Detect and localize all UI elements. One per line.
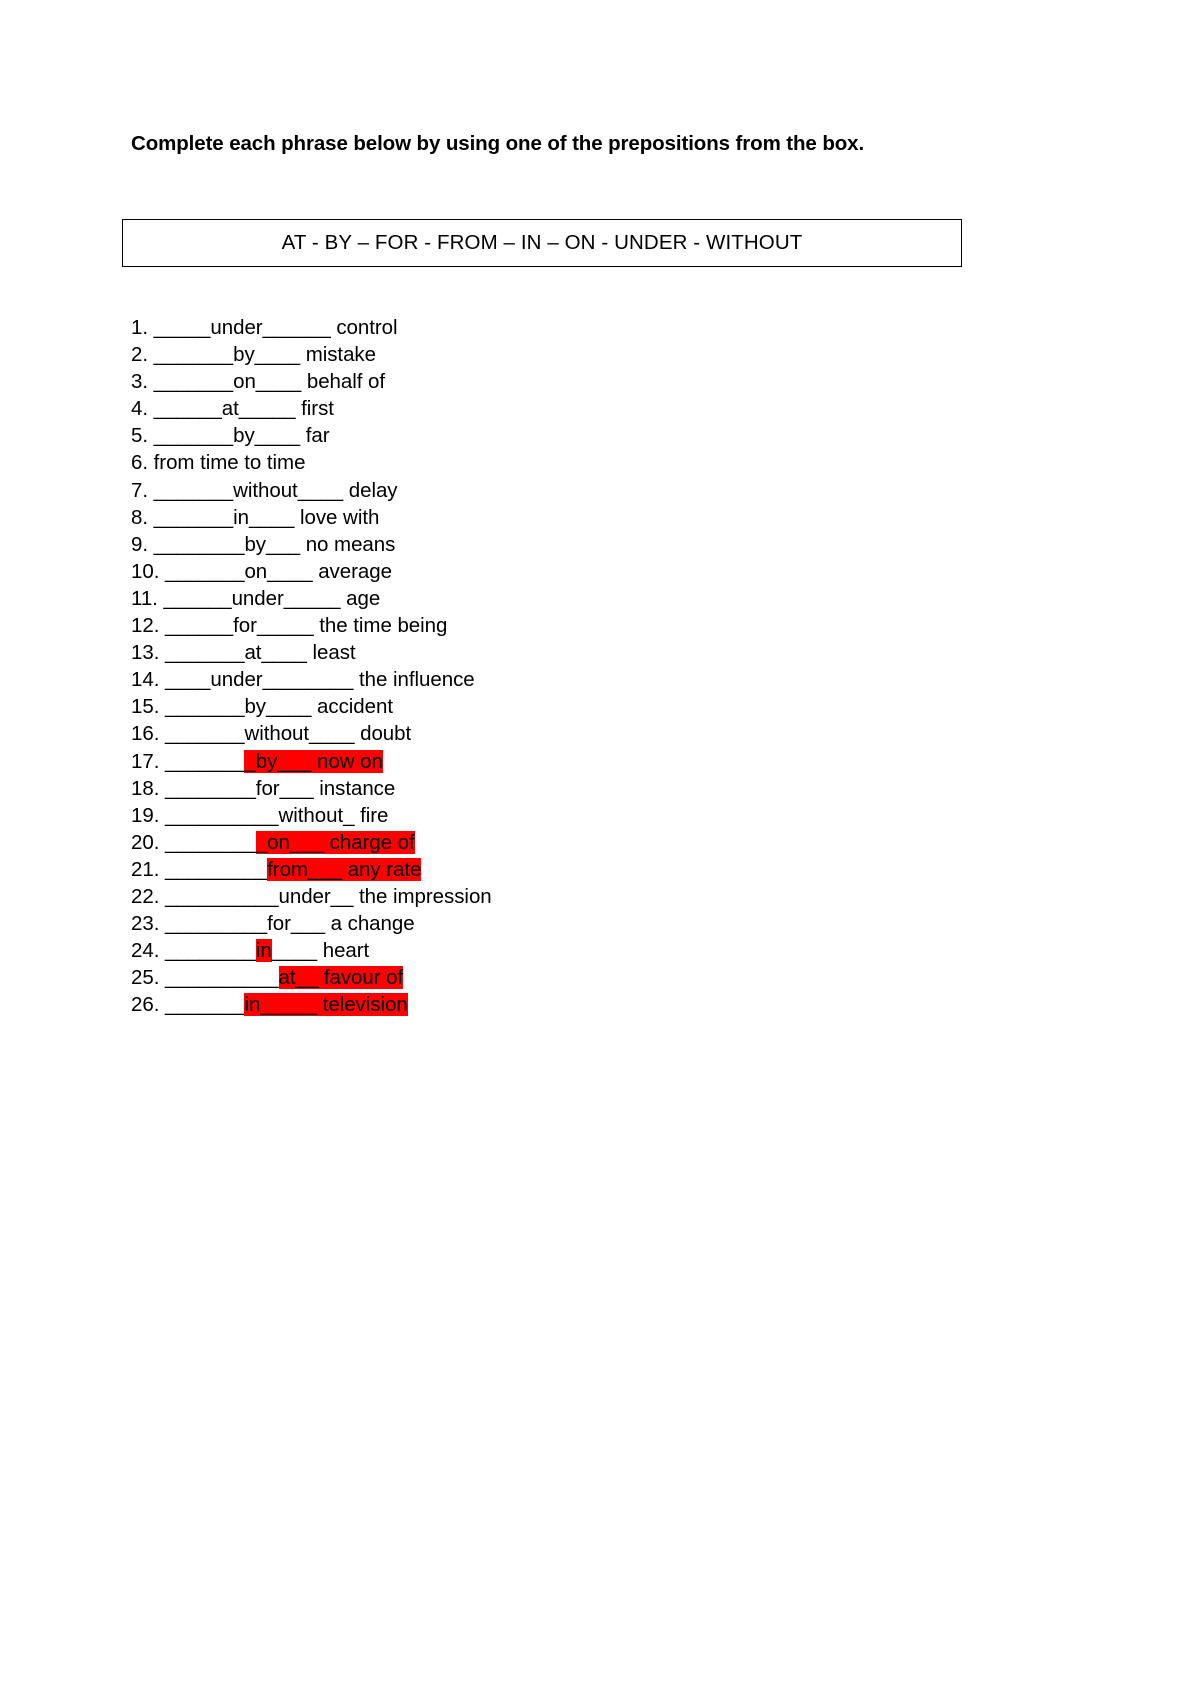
exercise-blank-prefix: 24. ________ [131,939,256,963]
page-title: Complete each phrase below by using one … [131,132,865,155]
prepositions-word-bank: AT - BY – FOR - FROM – IN – ON - UNDER -… [281,231,803,254]
exercise-item: 20. _________on___ charge of [131,829,1031,856]
worksheet-page: Complete each phrase below by using one … [0,0,1200,1698]
exercise-item: 5. _______by____ far [131,422,1031,449]
exercise-text: 19. __________without_ fire [131,803,389,827]
exercise-item: 21. _________from___ any rate [131,856,1031,883]
exercise-text: 9. ________by___ no means [131,532,396,556]
exercise-blank-prefix: 20. ________ [131,830,256,854]
exercise-text: 16. _______without____ doubt [131,722,412,746]
exercise-item: 26. _______in_____ television [131,991,1031,1018]
exercise-text: 7. _______without____ delay [131,478,398,502]
exercise-item: 10. _______on____ average [131,558,1031,585]
exercise-item: 8. _______in____ love with [131,504,1031,531]
exercise-item: 6. from time to time [131,449,1031,476]
exercise-text: 6. from time to time [131,451,306,475]
exercise-blank-suffix: ____ heart [271,939,370,963]
exercise-item: 23. _________for___ a change [131,910,1031,937]
exercise-item: 17. ________by___ now on [131,748,1031,775]
exercise-text: 18. ________for___ instance [131,776,396,800]
exercise-item: 13. _______at____ least [131,639,1031,666]
exercise-text: 14. ____under________ the influence [131,668,475,692]
exercise-item: 22. __________under__ the impression [131,883,1031,910]
exercise-text: 23. _________for___ a change [131,912,415,936]
exercise-highlighted-answer: in [255,939,272,963]
exercise-item: 3. _______on____ behalf of [131,368,1031,395]
exercise-text: 11. ______under_____ age [131,586,381,610]
exercise-highlighted-answer: _by___ now on [244,749,383,773]
exercise-item: 1. _____under______ control [131,314,1031,341]
exercise-text: 10. _______on____ average [131,559,392,583]
prepositions-box: AT - BY – FOR - FROM – IN – ON - UNDER -… [122,219,962,267]
exercise-item: 16. _______without____ doubt [131,720,1031,747]
exercise-text: 13. _______at____ least [131,641,356,665]
exercise-item: 12. ______for_____ the time being [131,612,1031,639]
exercise-item: 15. _______by____ accident [131,693,1031,720]
exercise-blank-prefix: 26. _______ [131,993,245,1017]
exercise-item: 7. _______without____ delay [131,477,1031,504]
exercise-list: 1. _____under______ control 2. _______by_… [131,314,1031,1018]
exercise-text: 3. _______on____ behalf of [131,370,386,394]
exercise-text: 5. _______by____ far [131,424,330,448]
exercise-item: 19. __________without_ fire [131,802,1031,829]
exercise-highlighted-answer: from___ any rate [267,857,422,881]
exercise-item: 4. ______at_____ first [131,395,1031,422]
exercise-item: 24. ________in____ heart [131,937,1031,964]
exercise-text: 4. ______at_____ first [131,397,334,421]
exercise-text: 22. __________under__ the impression [131,884,492,908]
exercise-highlighted-answer: at__ favour of [278,966,404,990]
exercise-item: 11. ______under_____ age [131,585,1031,612]
exercise-item: 25. __________at__ favour of [131,964,1031,991]
exercise-text: 8. _______in____ love with [131,505,380,529]
exercise-item: 2. _______by____ mistake [131,341,1031,368]
exercise-text: 1. _____under______ control [131,316,398,339]
exercise-highlighted-answer: in_____ television [244,993,408,1017]
exercise-text: 12. ______for_____ the time being [131,614,448,638]
exercise-blank-prefix: 25. __________ [131,966,279,990]
exercise-text: 2. _______by____ mistake [131,343,376,367]
exercise-highlighted-answer: _on___ charge of [255,830,415,854]
exercise-blank-prefix: 17. _______ [131,749,245,773]
exercise-text: 15. _______by____ accident [131,695,394,719]
exercise-blank-prefix: 21. _________ [131,857,268,881]
exercise-item: 9. ________by___ no means [131,531,1031,558]
exercise-item: 18. ________for___ instance [131,775,1031,802]
exercise-item: 14. ____under________ the influence [131,666,1031,693]
